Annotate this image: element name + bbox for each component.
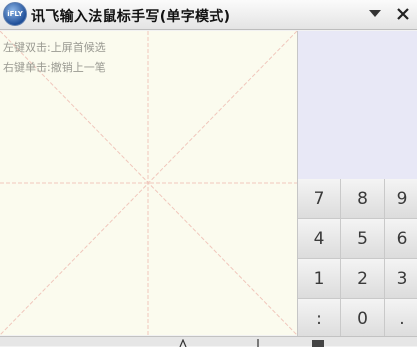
key-3[interactable]: 3	[385, 259, 417, 298]
title-bar: iFLY 讯飞输入法鼠标手写(单字模式)	[0, 0, 417, 30]
triangle-down-icon	[369, 10, 381, 17]
hint-double-click: 左键双击:上屏首候选	[3, 41, 106, 54]
key-5[interactable]: 5	[341, 219, 384, 258]
bottom-toolbar	[0, 336, 417, 347]
dropdown-button[interactable]	[364, 3, 386, 25]
key-6[interactable]: 6	[385, 219, 417, 258]
handwriting-area[interactable]: 左键双击:上屏首候选 右键单击:撤销上一笔	[0, 31, 297, 335]
key-colon[interactable]: :	[298, 299, 340, 336]
hint-right-click: 右键单击:撤销上一笔	[3, 61, 106, 74]
key-9[interactable]: 9	[385, 179, 417, 218]
key-0[interactable]: 0	[341, 299, 384, 336]
number-keypad: 7 8 9 4 5 6 1 2 3 : 0 .	[298, 179, 417, 336]
key-4[interactable]: 4	[298, 219, 340, 258]
window-title: 讯飞输入法鼠标手写(单字模式)	[31, 9, 231, 25]
candidate-panel[interactable]	[298, 31, 417, 179]
key-period[interactable]: .	[385, 299, 417, 336]
key-1[interactable]: 1	[298, 259, 340, 298]
close-icon	[397, 8, 409, 20]
ifly-logo-icon: iFLY	[3, 2, 27, 26]
writing-guide-lines	[0, 31, 297, 335]
key-2[interactable]: 2	[341, 259, 384, 298]
key-7[interactable]: 7	[298, 179, 340, 218]
close-button[interactable]	[392, 3, 414, 25]
key-8[interactable]: 8	[341, 179, 384, 218]
